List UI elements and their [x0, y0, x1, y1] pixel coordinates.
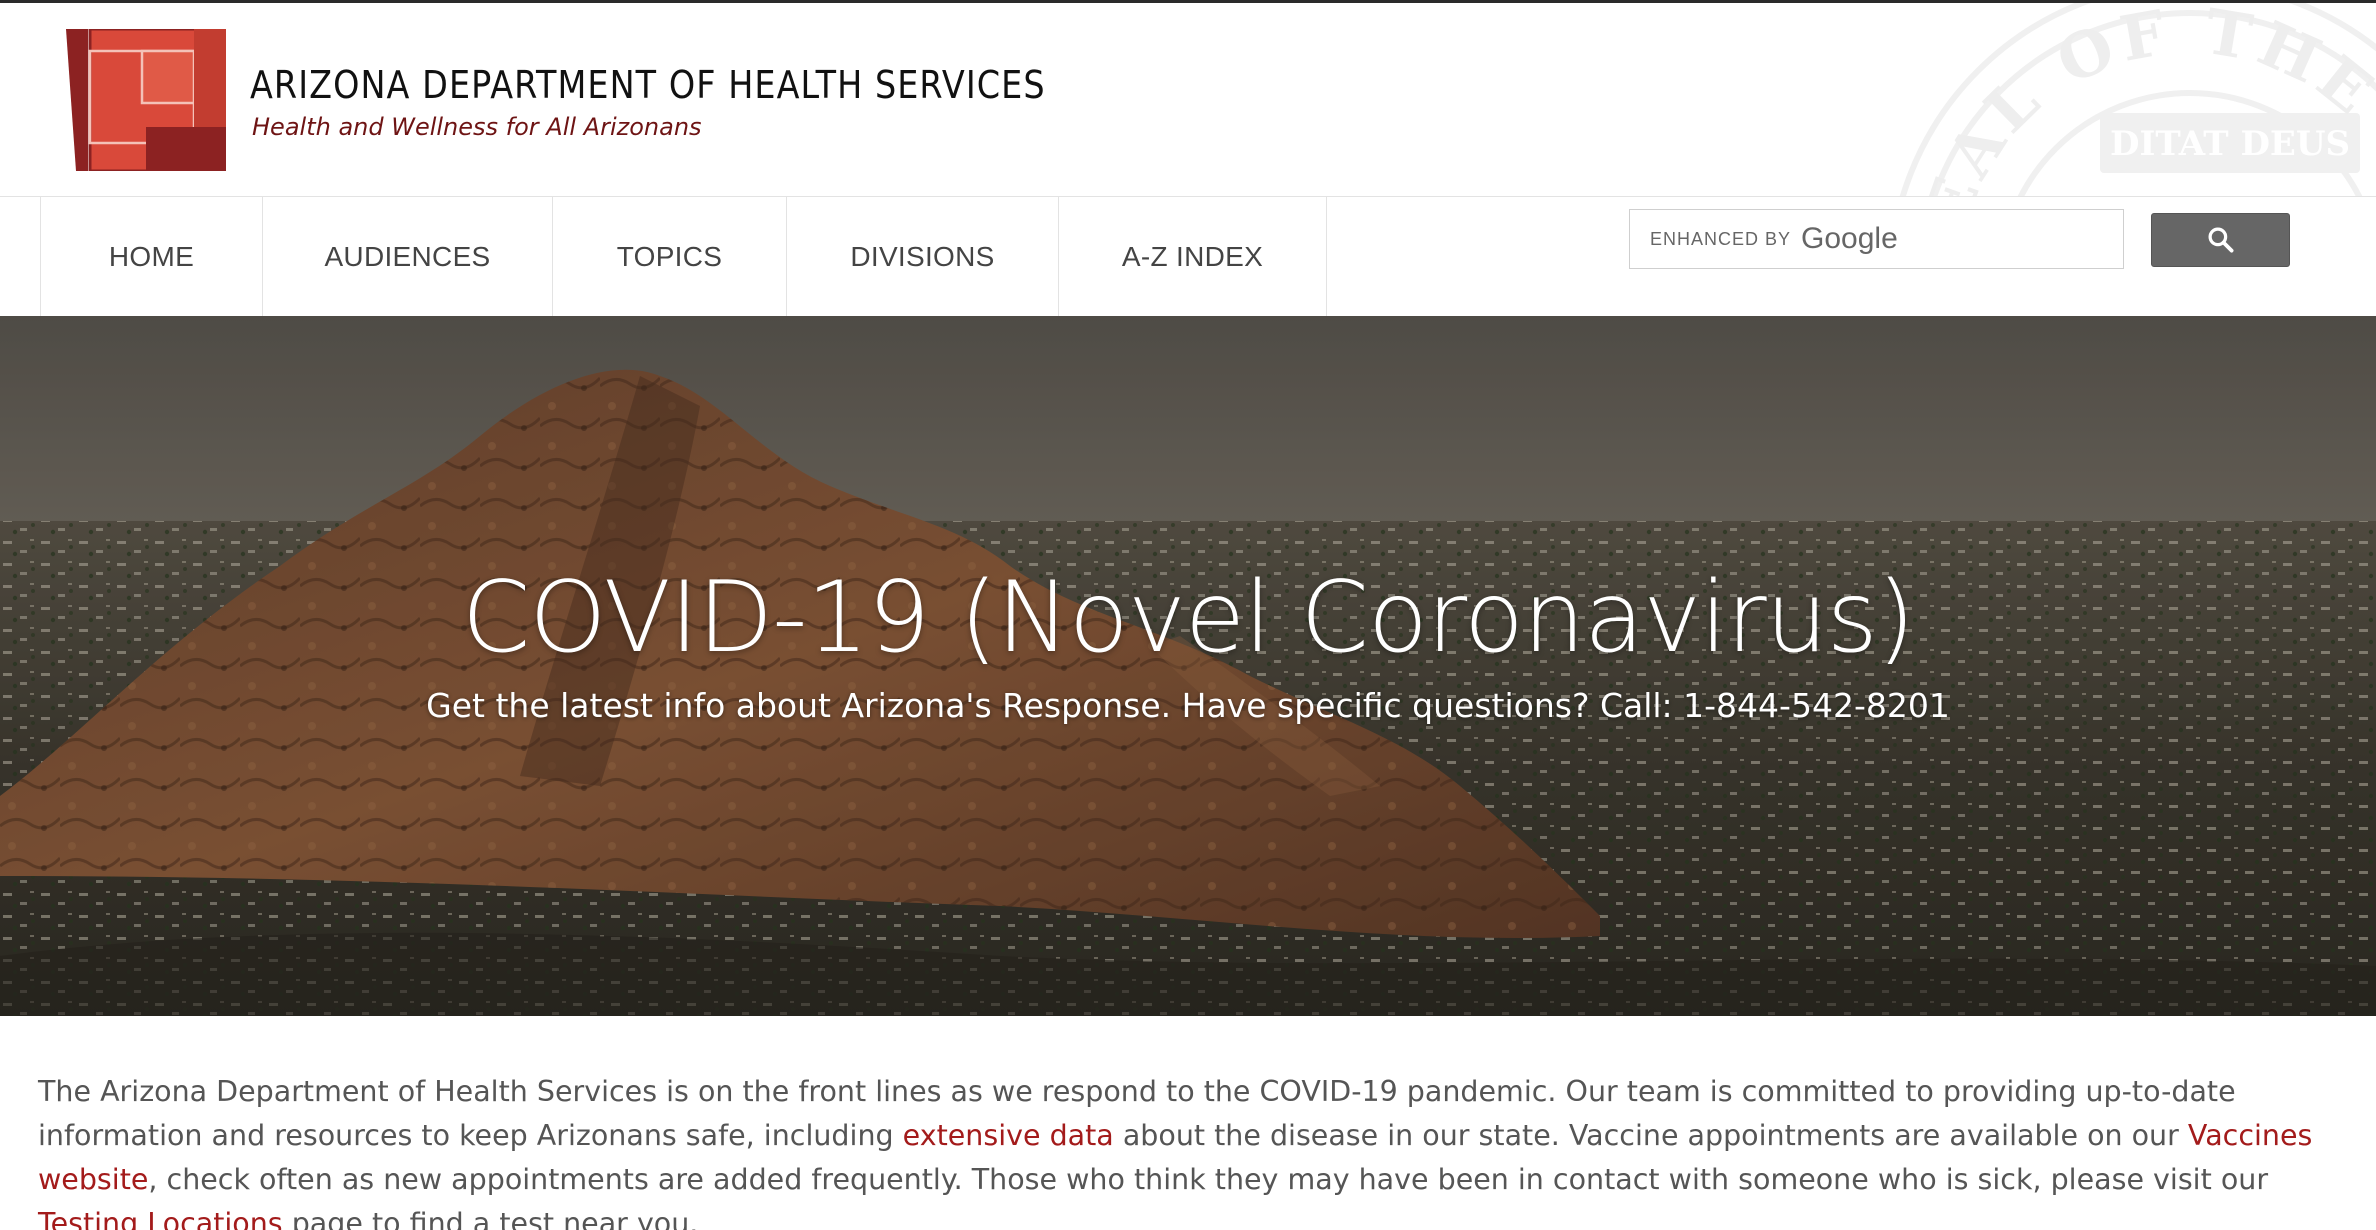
- nav-item-audiences[interactable]: AUDIENCES: [263, 197, 553, 317]
- agency-name[interactable]: ARIZONA DEPARTMENT OF HEALTH SERVICES: [250, 63, 1046, 107]
- nav-item-divisions[interactable]: DIVISIONS: [787, 197, 1059, 317]
- extensive-data-link[interactable]: extensive data: [903, 1119, 1114, 1152]
- main-navigation: HOME AUDIENCES TOPICS DIVISIONS A-Z INDE…: [0, 196, 2376, 317]
- seal-motto: DITAT DEUS: [2110, 124, 2350, 164]
- state-seal-watermark: DITAT DEUS SEAL OF THE STATE: [1870, 3, 2376, 196]
- adhs-logo[interactable]: [66, 29, 226, 171]
- site-header: DITAT DEUS SEAL OF THE STATE ARIZONA DEP…: [0, 3, 2376, 196]
- intro-paragraph: The Arizona Department of Health Service…: [38, 1070, 2338, 1230]
- nav-item-home[interactable]: HOME: [41, 197, 263, 317]
- testing-locations-link[interactable]: Testing Locations: [38, 1207, 283, 1230]
- search-button[interactable]: [2151, 213, 2290, 267]
- intro-text: page to find a test near you.: [282, 1207, 699, 1230]
- search-field[interactable]: ENHANCED BY Google: [1629, 209, 2124, 269]
- nav-item-topics[interactable]: TOPICS: [553, 197, 787, 317]
- intro-text: about the disease in our state. Vaccine …: [1113, 1119, 2188, 1152]
- hero-banner: COVID-19 (Novel Coronavirus) Get the lat…: [0, 316, 2376, 1016]
- hero-subtitle: Get the latest info about Arizona's Resp…: [426, 686, 1950, 725]
- agency-tagline: Health and Wellness for All Arizonans: [252, 113, 702, 141]
- nav-menu: HOME AUDIENCES TOPICS DIVISIONS A-Z INDE…: [40, 197, 1327, 317]
- nav-item-a-z-index[interactable]: A-Z INDEX: [1059, 197, 1327, 317]
- hero-title: COVID-19 (Novel Coronavirus): [461, 561, 1915, 675]
- intro-text: , check often as new appointments are ad…: [148, 1163, 2269, 1196]
- search-icon: [2208, 227, 2233, 253]
